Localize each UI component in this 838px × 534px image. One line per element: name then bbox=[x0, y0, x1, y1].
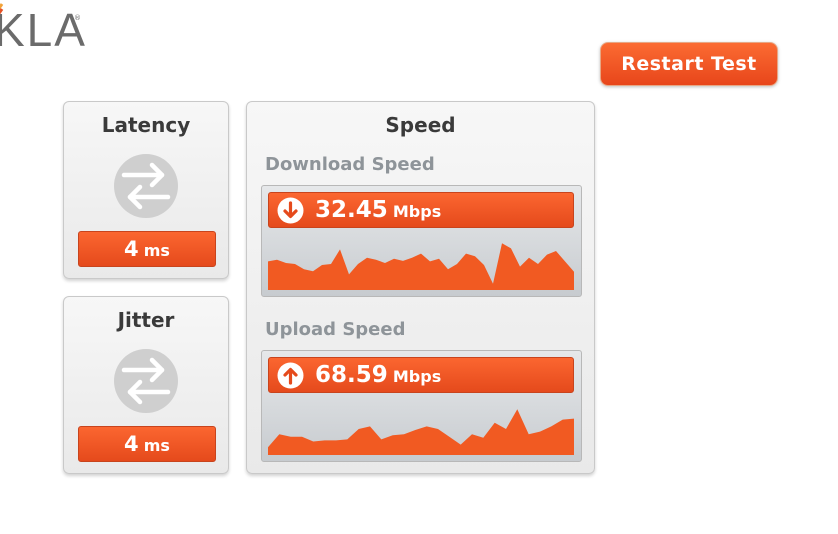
upload-speed-bar: 68.59 Mbps bbox=[268, 357, 574, 393]
download-speed-graph bbox=[268, 243, 574, 290]
latency-unit: ms bbox=[143, 241, 170, 260]
arrow-up-icon bbox=[277, 362, 304, 389]
latency-title: Latency bbox=[101, 113, 191, 137]
upload-speed-readout: 68.59 Mbps bbox=[315, 358, 441, 394]
download-speed-box: 32.45 Mbps bbox=[261, 185, 582, 297]
upload-graph-area bbox=[268, 409, 574, 455]
jitter-value-pill: 4 ms bbox=[78, 426, 216, 462]
upload-speed-value: 68.59 bbox=[315, 362, 388, 388]
logo-registered-mark: ® bbox=[74, 14, 81, 22]
ookla-logo: KLA ® bbox=[0, 3, 87, 56]
upload-speed-label: Upload Speed bbox=[265, 319, 406, 340]
upload-speed-graph bbox=[268, 409, 574, 455]
jitter-arrows-icon bbox=[114, 349, 178, 413]
upload-speed-unit: Mbps bbox=[392, 367, 442, 386]
arrow-down-icon bbox=[277, 197, 304, 224]
jitter-title: Jitter bbox=[117, 308, 175, 332]
latency-value-pill: 4 ms bbox=[78, 231, 216, 267]
download-speed-label: Download Speed bbox=[265, 154, 435, 175]
speed-title: Speed bbox=[385, 113, 456, 137]
logo-text: KLA bbox=[0, 4, 87, 56]
jitter-unit: ms bbox=[143, 436, 170, 455]
latency-value: 4 bbox=[124, 237, 139, 261]
restart-test-button[interactable]: Restart Test bbox=[600, 42, 778, 86]
download-speed-unit: Mbps bbox=[392, 202, 442, 221]
jitter-value: 4 bbox=[124, 432, 139, 456]
latency-arrows-icon bbox=[114, 154, 178, 218]
download-speed-bar: 32.45 Mbps bbox=[268, 192, 574, 228]
latency-card: Latency 4 ms bbox=[63, 101, 229, 279]
jitter-card: Jitter 4 ms bbox=[63, 296, 229, 474]
download-speed-value: 32.45 bbox=[315, 197, 388, 223]
download-graph-area bbox=[268, 243, 574, 290]
download-speed-readout: 32.45 Mbps bbox=[315, 193, 441, 229]
upload-speed-box: 68.59 Mbps bbox=[261, 350, 582, 462]
speed-card: Speed Download Speed 32.45 Mbps Upload S… bbox=[246, 101, 595, 474]
